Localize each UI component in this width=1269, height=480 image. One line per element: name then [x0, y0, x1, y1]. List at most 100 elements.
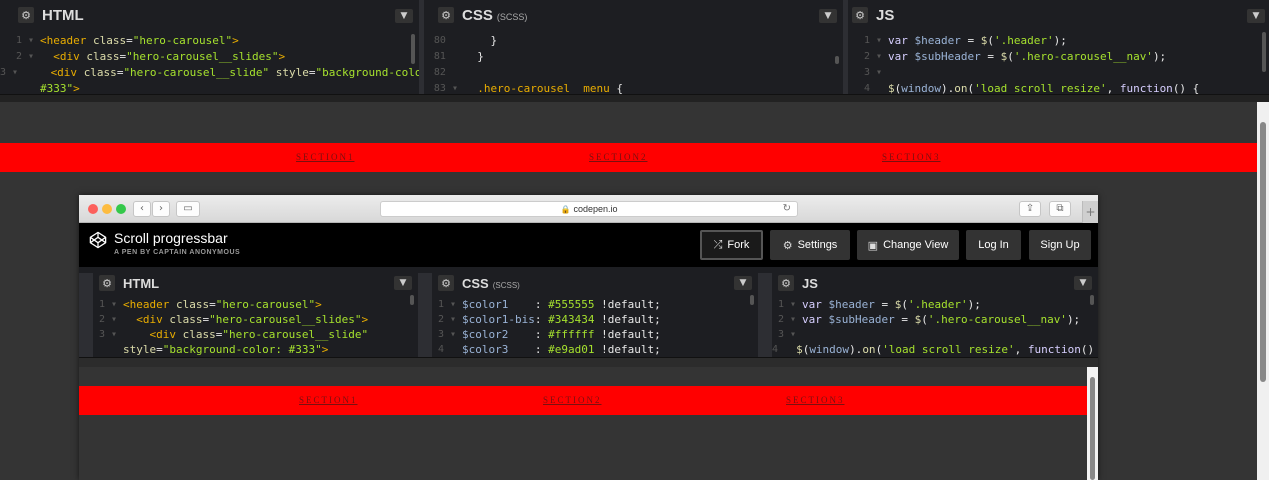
inner-js-editor[interactable]: ⚙ JS ▼ 1 ▾ var $header = $('.header'); 2 ▾…: [772, 273, 1098, 357]
code-line[interactable]: 1 ▾ var $header = $('.header');: [848, 33, 1269, 49]
close-window-button[interactable]: [88, 204, 98, 214]
editor-divider[interactable]: [79, 273, 93, 357]
browser-window: ‹ › ▭ 🔒 codepen.io ↻ ⇪ ⧉ + Scroll progres…: [79, 195, 1098, 480]
chevron-down-icon[interactable]: ▼: [394, 276, 412, 290]
nav-link-section3[interactable]: SECTION3: [786, 395, 845, 405]
code-text: <div class="hero-carousel__slide" style=…: [50, 66, 424, 79]
code-line[interactable]: 81 }: [424, 49, 843, 65]
code-line[interactable]: 2 ▾ <div class="hero-carousel__slides">: [93, 312, 418, 327]
code-line[interactable]: 3 ▾ <div class="hero-carousel__slide": [93, 327, 418, 342]
code-line[interactable]: #333">: [0, 81, 419, 94]
tabs-icon[interactable]: ⧉: [1049, 201, 1071, 217]
settings-button[interactable]: ⚙ Settings: [770, 230, 850, 260]
nav-link-section3[interactable]: SECTION3: [882, 152, 941, 162]
nav-link-section2[interactable]: SECTION2: [589, 152, 648, 162]
editor-divider[interactable]: [418, 273, 432, 357]
code-text: $color1-bis: #343434 !default;: [462, 313, 661, 326]
change-view-button[interactable]: ▣ Change View: [857, 230, 959, 260]
chevron-down-icon[interactable]: ▼: [1074, 276, 1092, 290]
code-line[interactable]: 1 ▾ <header class="hero-carousel">: [0, 33, 419, 49]
editor-header: ⚙ CSS (SCSS) ▼: [432, 273, 758, 293]
inner-css-editor[interactable]: ⚙ CSS (SCSS) ▼ 1 ▾ $color1 : #555555 !defa…: [432, 273, 758, 357]
code-text: $(window).on('load scroll resize', funct…: [888, 82, 1200, 94]
editor-resize-handle[interactable]: [79, 357, 1098, 367]
inner-html-editor[interactable]: ⚙ HTML ▼ 1 ▾ <header class="hero-carousel…: [93, 273, 418, 357]
code-line[interactable]: 1 ▾ <header class="hero-carousel">: [93, 297, 418, 312]
code-area[interactable]: 80 }81 }82 83 ▾ .hero-carousel__menu {84…: [424, 33, 843, 94]
editor-divider[interactable]: [758, 273, 772, 357]
codepen-logo-icon[interactable]: [89, 231, 107, 249]
login-button[interactable]: Log In: [966, 230, 1021, 260]
code-line[interactable]: 82: [424, 65, 843, 81]
maximize-window-button[interactable]: [116, 204, 126, 214]
gear-icon[interactable]: ⚙: [778, 275, 794, 291]
editor-resize-handle[interactable]: [0, 94, 1269, 102]
code-line[interactable]: 4 $(window).on('load scroll resize', fun…: [772, 342, 1098, 357]
gear-icon[interactable]: ⚙: [438, 275, 454, 291]
minimize-window-button[interactable]: [102, 204, 112, 214]
editor-scrollbar[interactable]: [1090, 295, 1094, 305]
code-line[interactable]: 2 ▾ <div class="hero-carousel__slides">: [0, 49, 419, 65]
gear-icon[interactable]: ⚙: [99, 275, 115, 291]
chevron-down-icon[interactable]: ▼: [1247, 9, 1265, 23]
outer-preview-scrollbar[interactable]: [1257, 102, 1269, 480]
code-line[interactable]: style="background-color: #333">: [93, 342, 418, 357]
scrollbar-thumb[interactable]: [1260, 122, 1266, 382]
line-number: 4: [437, 344, 456, 355]
nav-link-section2[interactable]: SECTION2: [543, 395, 602, 405]
fork-button[interactable]: ⤮ Fork: [700, 230, 763, 260]
code-line[interactable]: 2 ▾ var $subHeader = $('.hero-carousel__n…: [848, 49, 1269, 65]
outer-css-editor[interactable]: ⚙ CSS (SCSS) ▼ 80 } 81 } 82 83 ▾ .hero-caro…: [424, 0, 848, 94]
new-tab-icon[interactable]: +: [1082, 201, 1098, 223]
code-line[interactable]: 80 }: [424, 33, 843, 49]
code-line[interactable]: 4 $color3 : #e9ad01 !default;: [432, 342, 758, 357]
editor-scrollbar[interactable]: [835, 56, 839, 64]
chevron-down-icon[interactable]: ▼: [734, 276, 752, 290]
gear-icon[interactable]: ⚙: [18, 7, 34, 23]
nav-link-section1[interactable]: SECTION1: [299, 395, 358, 405]
editor-header: ⚙ CSS (SCSS) ▼: [424, 0, 843, 30]
code-line[interactable]: 3 ▾ <div class="hero-carousel__slide" st…: [0, 65, 419, 81]
editor-scrollbar[interactable]: [411, 34, 415, 64]
code-line[interactable]: 1 ▾ var $header = $('.header');: [772, 297, 1098, 312]
outer-html-editor[interactable]: ⚙ HTML ▼ 1 ▾ <header class="hero-carousel…: [0, 0, 424, 94]
code-area[interactable]: 1 ▾ var $header = $('.header'); 2 ▾ var $su…: [848, 33, 1269, 94]
editor-title: CSS (SCSS): [462, 275, 520, 291]
gear-icon[interactable]: ⚙: [852, 7, 868, 23]
code-line[interactable]: 2 ▾ $color1-bis: #343434 !default;: [432, 312, 758, 327]
nav-link-section1[interactable]: SECTION1: [296, 152, 355, 162]
code-line[interactable]: 3 ▾: [848, 65, 1269, 81]
address-bar[interactable]: 🔒 codepen.io ↻: [380, 201, 798, 217]
forward-icon[interactable]: ›: [152, 201, 170, 217]
sidebar-icon[interactable]: ▭: [176, 201, 200, 217]
code-line[interactable]: 83 ▾ .hero-carousel__menu {: [424, 81, 843, 94]
code-area[interactable]: 1 ▾ <header class="hero-carousel"> 2 ▾ <di…: [0, 33, 419, 94]
code-line[interactable]: 1 ▾ $color1 : #555555 !default;: [432, 297, 758, 312]
scrollbar-thumb[interactable]: [1090, 377, 1095, 480]
gear-icon[interactable]: ⚙: [438, 7, 454, 23]
line-number: 2 ▾: [777, 314, 796, 325]
code-line[interactable]: 4 $(window).on('load scroll resize', fun…: [848, 81, 1269, 94]
code-line[interactable]: 3 ▾: [772, 327, 1098, 342]
line-number: 2 ▾: [15, 51, 34, 62]
chevron-down-icon[interactable]: ▼: [819, 9, 837, 23]
pen-title[interactable]: Scroll progressbar: [114, 230, 228, 246]
chevron-down-icon[interactable]: ▼: [395, 9, 413, 23]
editor-scrollbar[interactable]: [410, 295, 414, 305]
line-number: 81: [433, 51, 458, 62]
code-area[interactable]: 1 ▾ $color1 : #555555 !default; 2 ▾ $color1…: [432, 297, 758, 357]
editor-scrollbar[interactable]: [750, 295, 754, 305]
inner-preview-scrollbar[interactable]: [1087, 367, 1098, 480]
editor-scrollbar[interactable]: [1262, 32, 1266, 72]
code-line[interactable]: 2 ▾ var $subHeader = $('.hero-carousel__n…: [772, 312, 1098, 327]
line-number: 80: [433, 35, 458, 46]
reload-icon[interactable]: ↻: [783, 202, 791, 216]
code-area[interactable]: 1 ▾ <header class="hero-carousel"> 2 ▾ <di…: [93, 297, 418, 357]
code-text: $color3 : #e9ad01 !default;: [462, 343, 661, 356]
code-line[interactable]: 3 ▾ $color2 : #ffffff !default;: [432, 327, 758, 342]
outer-js-editor[interactable]: ⚙ JS ▼ 1 ▾ var $header = $('.header'); 2 ▾…: [848, 0, 1269, 94]
code-area[interactable]: 1 ▾ var $header = $('.header'); 2 ▾ var $su…: [772, 297, 1098, 357]
signup-button[interactable]: Sign Up: [1029, 230, 1091, 260]
back-icon[interactable]: ‹: [133, 201, 151, 217]
share-icon[interactable]: ⇪: [1019, 201, 1041, 217]
